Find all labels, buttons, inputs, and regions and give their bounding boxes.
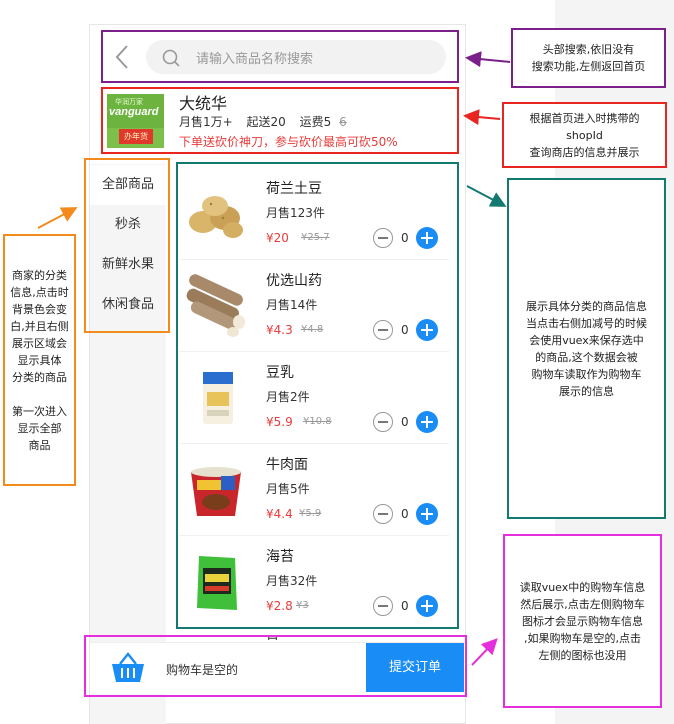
search-frame bbox=[101, 30, 459, 83]
arrow-categories bbox=[37, 207, 78, 229]
annotation-cart: 读取vuex中的购物车信息 然后展示,点击左侧购物车 图标才会显示购物车信息 ,… bbox=[503, 534, 662, 708]
arrow-shop bbox=[463, 109, 501, 126]
cart-frame bbox=[84, 635, 467, 697]
arrow-cart bbox=[471, 638, 498, 666]
category-frame bbox=[84, 158, 170, 333]
annotation-shop: 根据首页进入时携带的 shopId 查询商店的信息并展示 bbox=[502, 102, 667, 168]
shop-frame bbox=[101, 87, 459, 154]
annotation-products: 展示具体分类的商品信息 当点击右侧加减号的时候 会使用vuex来保存选中 的商品… bbox=[507, 178, 666, 519]
product-frame bbox=[176, 162, 459, 629]
annotation-categories: 商家的分类 信息,点击时 背景色会变 白,并且右侧 展示区域会 显示具体 分类的… bbox=[3, 234, 76, 486]
annotation-search: 头部搜索,依旧没有 搜索功能,左侧返回首页 bbox=[511, 28, 666, 88]
arrow-products bbox=[466, 185, 507, 207]
arrow-search bbox=[465, 51, 511, 68]
